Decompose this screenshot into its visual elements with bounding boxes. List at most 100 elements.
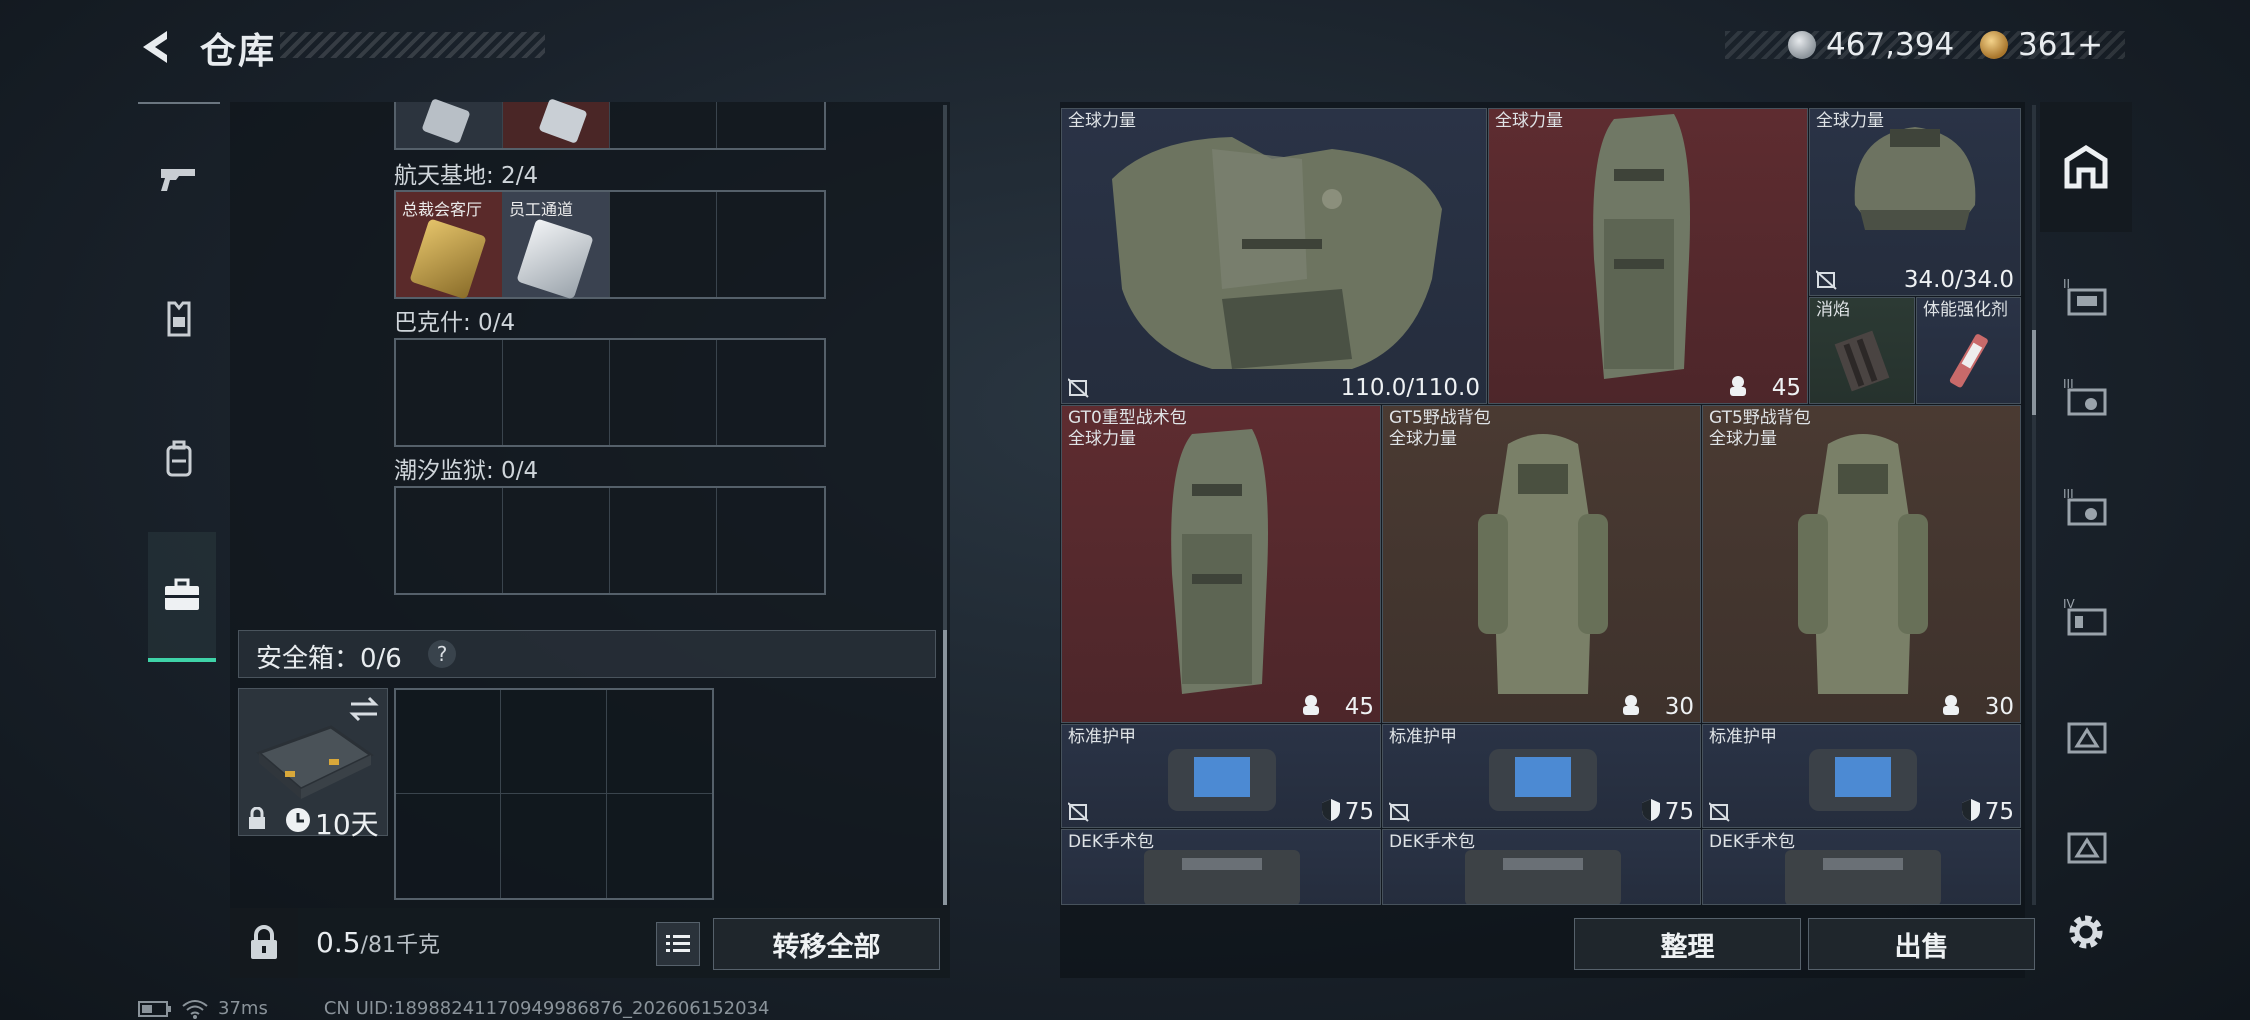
grid-cell[interactable] bbox=[396, 98, 503, 148]
sidebar-item-safebox[interactable] bbox=[148, 532, 216, 662]
settings-button[interactable] bbox=[2052, 898, 2120, 966]
back-arrow-icon bbox=[143, 31, 167, 63]
grid-cell[interactable] bbox=[501, 794, 607, 898]
armor-vest-image bbox=[1112, 137, 1442, 369]
item-tile-vest[interactable]: 全球力量 110.0/110.0 bbox=[1061, 108, 1487, 404]
field-backpack-image bbox=[1478, 434, 1608, 694]
storage-2-icon: II bbox=[2063, 277, 2107, 316]
grid-cell[interactable] bbox=[396, 690, 502, 794]
grid-cell[interactable] bbox=[717, 192, 824, 297]
clock-icon bbox=[286, 808, 310, 832]
item-name: 标准护甲 bbox=[1709, 727, 1777, 747]
item-tile-backpack[interactable]: 全球力量 45 bbox=[1488, 108, 1808, 404]
weight-value: 0.5 bbox=[316, 926, 361, 959]
storage-5-icon bbox=[2067, 722, 2107, 754]
status-bar: 37ms CN UID:18988241170949986876_2026061… bbox=[138, 998, 769, 1019]
grid-cell[interactable] bbox=[503, 488, 610, 593]
item-tile-stimulant[interactable]: 体能强化剂 bbox=[1916, 297, 2021, 404]
item-tile-flash-hider[interactable]: 消焰 bbox=[1809, 297, 1915, 404]
item-tile-gt5-backpack[interactable]: GT5野战背包 全球力量 30 bbox=[1702, 405, 2021, 723]
sidebar-item-armor[interactable] bbox=[138, 255, 220, 383]
grid-cell[interactable] bbox=[503, 98, 610, 148]
sidebar-item-weapons[interactable] bbox=[138, 115, 220, 243]
keycard-gold-icon bbox=[409, 218, 487, 300]
gold-currency[interactable]: 361+ bbox=[1980, 27, 2103, 63]
right-scrollbar-thumb[interactable] bbox=[2032, 330, 2036, 415]
grid-cell[interactable] bbox=[606, 690, 712, 794]
rside-tab-warehouse[interactable] bbox=[2040, 102, 2132, 232]
sort-button[interactable]: 整理 bbox=[1574, 918, 1801, 970]
section-label-spacebase: 航天基地: 2/4 bbox=[394, 163, 539, 189]
grid-cell[interactable] bbox=[396, 340, 503, 445]
storage-6-icon bbox=[2067, 832, 2107, 864]
tactical-backpack-image bbox=[1171, 429, 1268, 694]
armor-value: 75 bbox=[1984, 799, 2014, 825]
flash-hider-image bbox=[1834, 330, 1890, 392]
safebox-item[interactable]: 10天 bbox=[238, 688, 388, 841]
storage-3b-icon: III bbox=[2063, 487, 2107, 526]
item-tile-dek-surgery-kit[interactable]: DEK手术包 bbox=[1382, 829, 1701, 905]
item-tile-gt0-backpack[interactable]: GT0重型战术包 全球力量 45 bbox=[1061, 405, 1381, 723]
grid-cell[interactable] bbox=[610, 340, 717, 445]
surgery-kit-image bbox=[1465, 850, 1621, 904]
uid-text: CN UID:18988241170949986876_202606152034 bbox=[323, 998, 770, 1019]
sell-button[interactable]: 出售 bbox=[1808, 918, 2035, 970]
safebox-grid bbox=[394, 688, 714, 900]
armor-plate-image bbox=[1809, 749, 1917, 811]
battery-icon bbox=[138, 1000, 171, 1017]
shield-icon bbox=[1322, 799, 1340, 821]
item-tile-standard-armor[interactable]: 标准护甲 75 bbox=[1382, 724, 1701, 828]
grid-cell[interactable] bbox=[396, 488, 503, 593]
safe-case-icon bbox=[256, 725, 374, 799]
storage-4-icon: IV bbox=[2063, 597, 2107, 636]
item-tile-standard-armor[interactable]: 标准护甲 75 bbox=[1702, 724, 2021, 828]
surgery-kit-image bbox=[1785, 850, 1941, 904]
list-icon bbox=[666, 935, 690, 952]
item-tile-dek-surgery-kit[interactable]: DEK手术包 bbox=[1061, 829, 1381, 905]
transfer-all-button[interactable]: 转移全部 bbox=[713, 918, 940, 970]
back-button[interactable] bbox=[132, 22, 182, 72]
shield-icon bbox=[1642, 799, 1660, 821]
no-insure-icon bbox=[1389, 802, 1410, 822]
grid-cell[interactable] bbox=[717, 102, 824, 148]
keycard-white-icon bbox=[516, 218, 594, 300]
gold-coin-icon bbox=[1980, 31, 2008, 59]
keycard-slot[interactable]: 总裁会客厅 bbox=[396, 192, 503, 300]
item-name: 消焰 bbox=[1816, 300, 1850, 320]
grid-cell[interactable] bbox=[610, 192, 717, 297]
capacity-icon bbox=[1730, 376, 1746, 396]
no-insure-icon bbox=[1068, 802, 1089, 822]
item-tile-dek-surgery-kit[interactable]: DEK手术包 bbox=[1702, 829, 2021, 905]
grid-cell[interactable] bbox=[610, 102, 717, 148]
rside-tab-storage-6[interactable] bbox=[2040, 780, 2132, 910]
grid-cell[interactable] bbox=[717, 488, 824, 593]
item-tile-standard-armor[interactable]: 标准护甲 75 bbox=[1061, 724, 1381, 828]
warehouse-icon bbox=[2064, 145, 2108, 189]
keycard-grid-tide-prison bbox=[394, 486, 826, 595]
item-tile-helmet[interactable]: 全球力量 34.0/34.0 bbox=[1809, 108, 2021, 296]
right-scrollbar-track[interactable] bbox=[2032, 105, 2036, 905]
sidebar-item-backpack[interactable] bbox=[138, 395, 220, 523]
item-name: 全球力量 bbox=[1495, 111, 1563, 131]
item-tile-gt5-backpack[interactable]: GT5野战背包 全球力量 30 bbox=[1382, 405, 1701, 723]
silver-currency: 467,394 bbox=[1788, 27, 1954, 63]
grid-cell[interactable] bbox=[717, 340, 824, 445]
grid-cell[interactable] bbox=[610, 488, 717, 593]
grid-cell[interactable] bbox=[503, 340, 610, 445]
grid-cell[interactable] bbox=[396, 794, 502, 898]
silver-coin-icon bbox=[1788, 31, 1816, 59]
armor-value: 75 bbox=[1664, 799, 1694, 825]
lock-button[interactable] bbox=[230, 908, 298, 978]
keycard-label: 总裁会客厅 bbox=[402, 200, 483, 219]
vest-icon bbox=[167, 301, 191, 337]
keycard-grid-spacebase: 总裁会客厅 员工通道 bbox=[394, 190, 826, 300]
grid-cell[interactable] bbox=[501, 690, 607, 794]
grid-cell[interactable] bbox=[607, 794, 712, 898]
left-scrollbar-thumb[interactable] bbox=[943, 630, 947, 905]
section-label-bakhsh: 巴克什: 0/4 bbox=[394, 310, 516, 336]
keycard-slot[interactable]: 员工通道 bbox=[503, 192, 610, 300]
no-insure-icon bbox=[1068, 378, 1089, 398]
list-view-button[interactable] bbox=[656, 922, 700, 966]
help-button[interactable]: ? bbox=[428, 640, 456, 668]
rside-tab-storage-4[interactable]: IV bbox=[2040, 552, 2132, 682]
